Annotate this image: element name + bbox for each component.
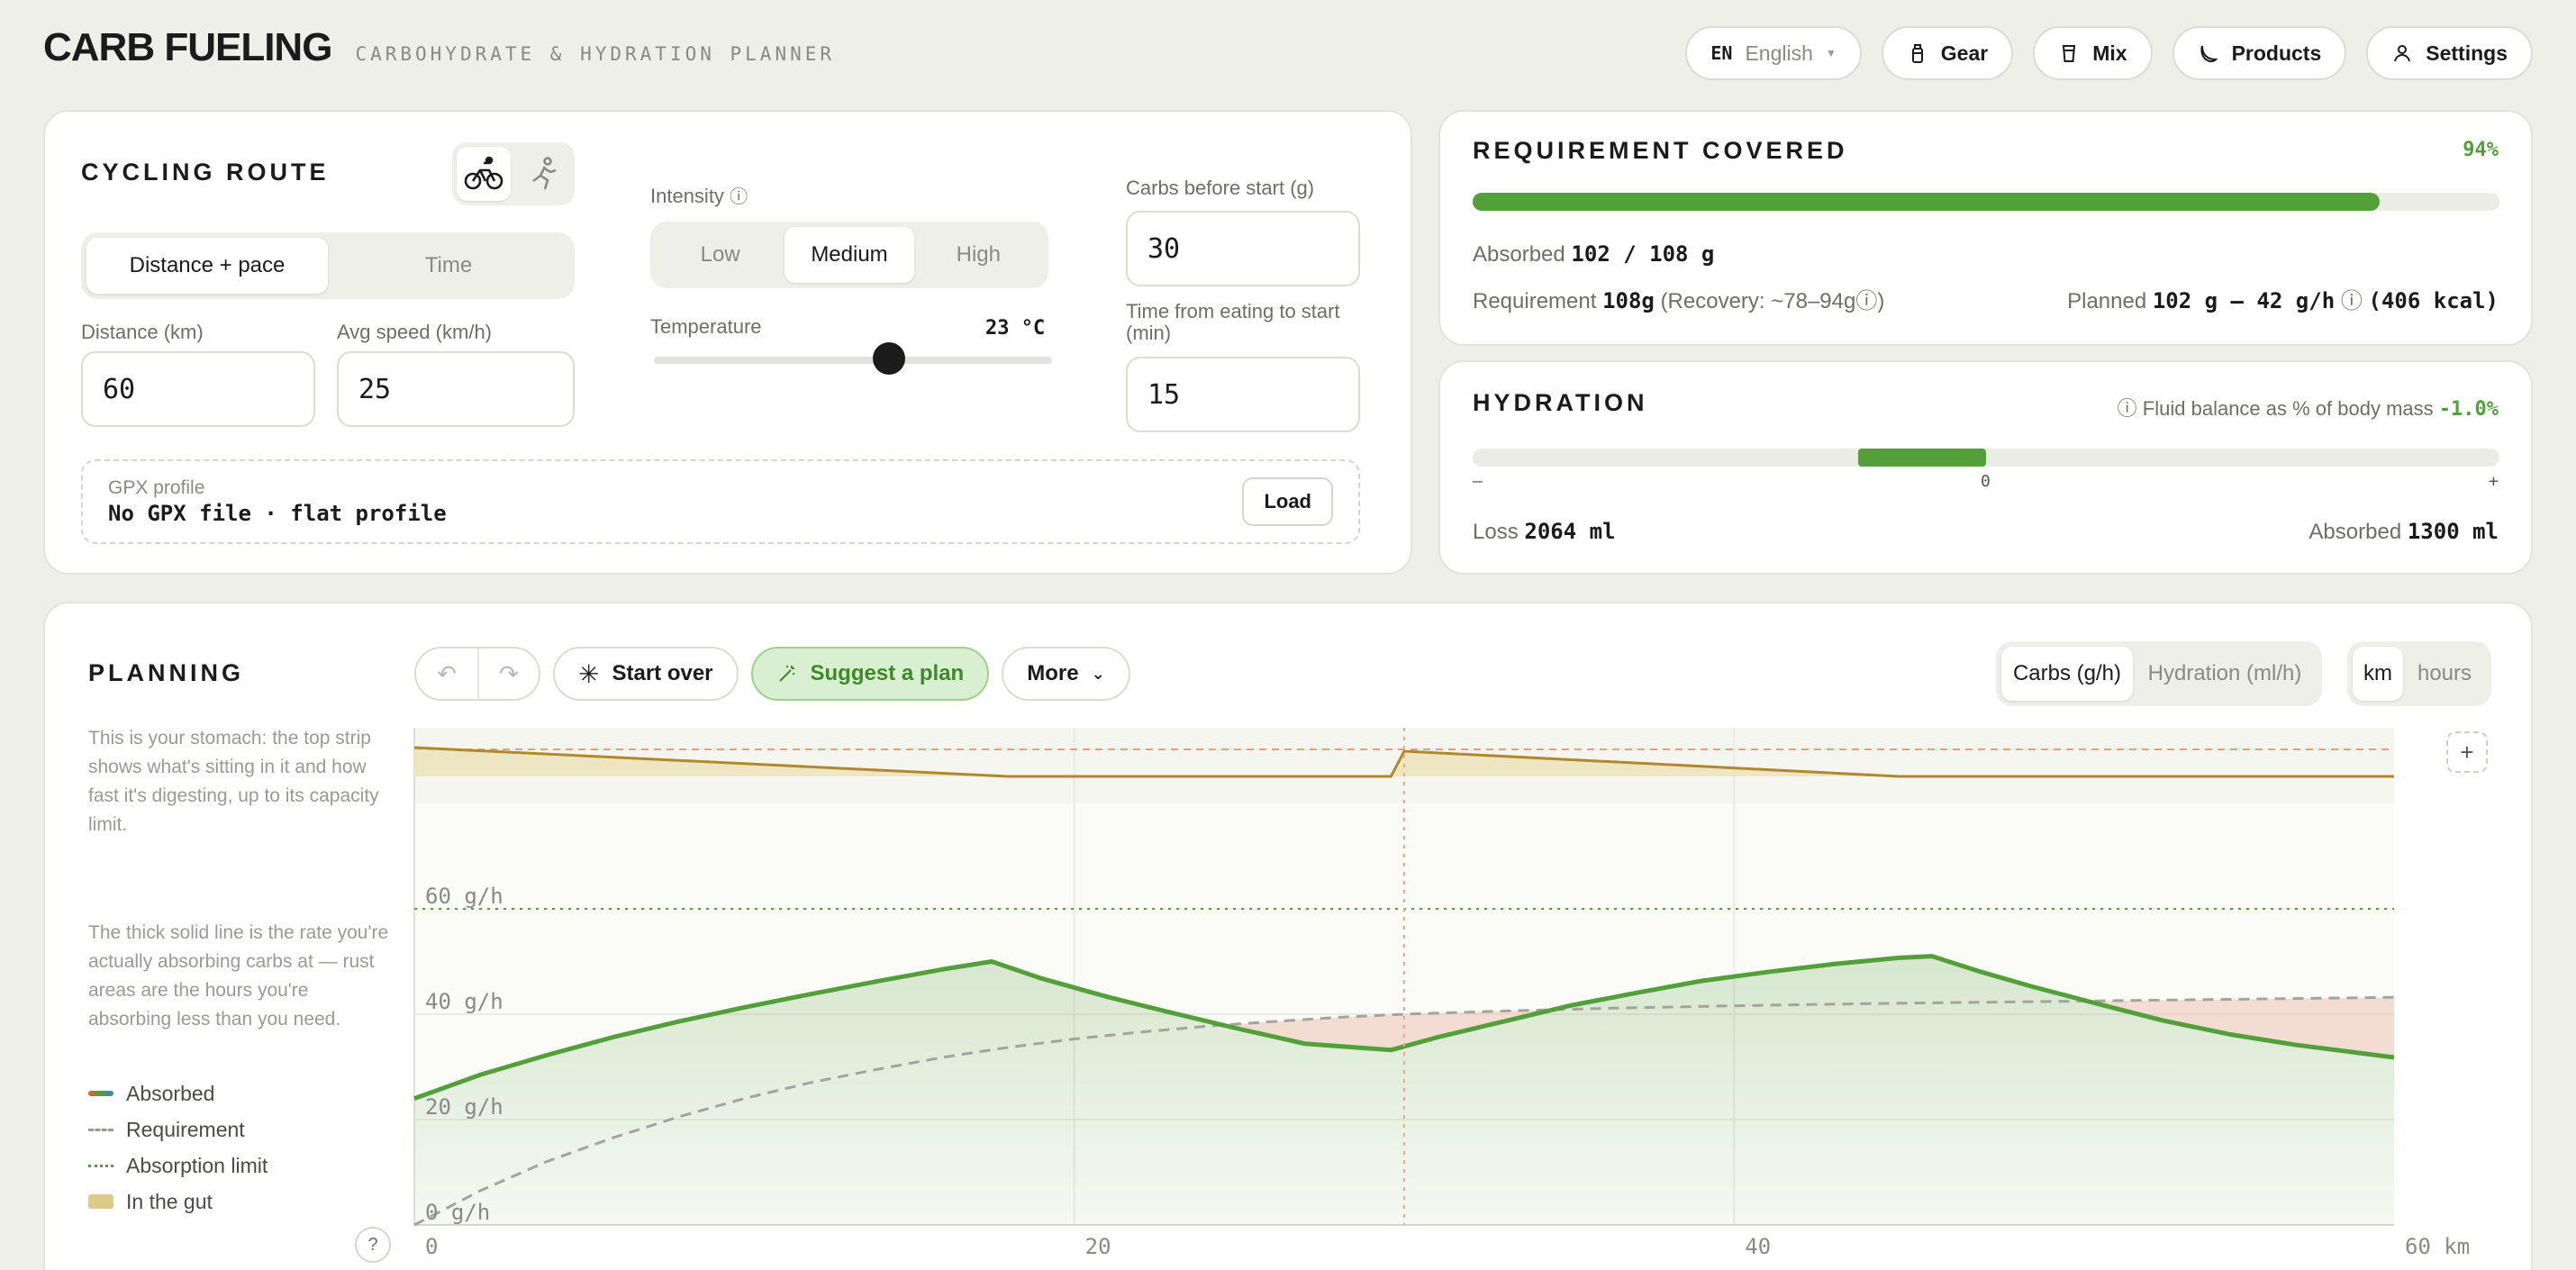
y-tick-label: 60 g/h: [425, 884, 503, 909]
time-eating-label: Time from eating to start (min): [1126, 300, 1340, 344]
planned-label: Planned: [2067, 289, 2147, 313]
cup-icon: [2063, 45, 2076, 62]
info-icon[interactable]: ⓘ: [2118, 397, 2137, 420]
info-icon[interactable]: ⓘ: [2341, 289, 2363, 313]
gpx-label: GPX profile: [108, 477, 205, 498]
language-select[interactable]: EN English ▼: [1685, 26, 1862, 80]
requirement-progress-bar: [1473, 193, 2499, 211]
y-tick-label: 20 g/h: [425, 1094, 503, 1120]
planned-value: 102 g – 42 g/h: [2152, 288, 2336, 313]
requirement-percent: 94%: [2463, 139, 2499, 161]
planned-row: Planned 102 g – 42 g/h ⓘ (406 kcal): [2067, 283, 2499, 314]
hydration-balance-fill: [1857, 449, 1986, 467]
sport-running-option[interactable]: [516, 147, 570, 201]
products-label: Products: [2231, 41, 2322, 65]
intensity-label-text: Intensity: [650, 185, 724, 207]
bottle-icon: [1911, 44, 1923, 63]
planned-kcal: (406 kcal): [2368, 288, 2499, 313]
mix-label: Mix: [2092, 41, 2127, 65]
gpx-profile-box: GPX profile No GPX file · flat profile L…: [81, 459, 1360, 544]
gpx-load-button[interactable]: Load: [1242, 477, 1333, 526]
planning-card: PLANNING ↶ ↷ ✳ Start over Suggest a plan…: [43, 602, 2533, 1270]
temperature-slider-track[interactable]: [654, 357, 1052, 364]
settings-button[interactable]: Settings: [2366, 26, 2533, 80]
distance-input[interactable]: 60: [81, 351, 315, 427]
hydration-card: HYDRATION ⓘ Fluid balance as % of body m…: [1438, 360, 2533, 575]
fluid-balance: ⓘ Fluid balance as % of body mass -1.0%: [2118, 393, 2499, 422]
sport-toggle: [452, 142, 575, 205]
planning-chart[interactable]: 0 g/h 20 g/h 40 g/h 60 g/h 0 20 40 60 km: [45, 603, 2535, 1270]
info-icon[interactable]: ⓘ): [1855, 289, 1884, 313]
temperature-slider-thumb[interactable]: [872, 342, 905, 375]
info-icon[interactable]: ⓘ: [730, 187, 748, 207]
carbs-before-input[interactable]: 30: [1126, 211, 1360, 286]
hydration-title: HYDRATION: [1473, 389, 1648, 416]
temperature-value: 23 °C: [985, 317, 1046, 340]
route-card: CYCLING ROUTE Distance + pace Time Dista…: [43, 110, 1412, 575]
hyd-absorbed-label: Absorbed: [2308, 520, 2402, 544]
requirement-row: Requirement 108g (Recovery: ~78–94gⓘ): [1473, 283, 1884, 314]
language-label: English: [1745, 41, 1813, 65]
intensity-medium[interactable]: Medium: [785, 227, 914, 283]
app-brand: CARB FUELING CARBOHYDRATE & HYDRATION PL…: [43, 25, 835, 70]
scale-zero: 0: [1981, 472, 1991, 491]
banana-icon: [2200, 45, 2218, 63]
intensity-low[interactable]: Low: [656, 227, 785, 283]
scale-max: +: [2489, 472, 2499, 491]
scale-min: –: [1473, 472, 1483, 491]
speed-input[interactable]: 25: [337, 351, 575, 427]
hyd-absorbed-value: 1300 ml: [2407, 519, 2499, 544]
intensity-toggle: Low Medium High: [650, 222, 1048, 288]
loss-label: Loss: [1473, 520, 1519, 544]
temperature-label: Temperature: [650, 315, 762, 338]
gear-label: Gear: [1940, 41, 1989, 65]
y-tick-label: 40 g/h: [425, 989, 503, 1014]
products-button[interactable]: Products: [2172, 26, 2347, 80]
requirement-label: Requirement: [1473, 289, 1597, 313]
route-mode-toggle: Distance + pace Time: [81, 232, 575, 299]
language-code: EN: [1710, 42, 1733, 64]
hydration-balance-bar: [1473, 449, 2499, 467]
intensity-high[interactable]: High: [914, 227, 1043, 283]
app-title: CARB FUELING: [43, 25, 332, 69]
carbs-before-label: Carbs before start (g): [1126, 177, 1315, 199]
x-tick-label: 60 km: [2405, 1234, 2470, 1259]
settings-label: Settings: [2426, 41, 2508, 65]
fluid-balance-label: Fluid balance as % of body mass: [2142, 397, 2434, 420]
absorbed-value: 102 / 108 g: [1571, 241, 1715, 267]
loss-value: 2064 ml: [1524, 519, 1616, 544]
fluid-balance-value: -1.0%: [2438, 398, 2499, 421]
x-tick-label: 0: [425, 1234, 438, 1259]
hyd-absorbed-row: Absorbed 1300 ml: [2308, 519, 2499, 545]
absorbed-label: Absorbed: [1473, 242, 1565, 267]
requirement-value: 108g: [1602, 288, 1655, 313]
mode-time[interactable]: Time: [328, 238, 569, 294]
x-tick-label: 40: [1745, 1234, 1771, 1259]
mix-button[interactable]: Mix: [2033, 26, 2153, 80]
y-tick-label: 0 g/h: [425, 1200, 490, 1225]
route-title: CYCLING ROUTE: [81, 159, 330, 186]
requirement-title: REQUIREMENT COVERED: [1473, 137, 1848, 164]
distance-label: Distance (km): [81, 321, 204, 343]
sport-cycling-option[interactable]: [457, 147, 511, 201]
intensity-label: Intensity ⓘ: [650, 182, 748, 208]
absorbed-row: Absorbed 102 / 108 g: [1473, 241, 1714, 268]
loss-row: Loss 2064 ml: [1473, 519, 1616, 545]
requirement-card: REQUIREMENT COVERED 94% Absorbed 102 / 1…: [1438, 110, 2533, 346]
user-icon: [2394, 45, 2411, 62]
chevron-down-icon: ▼: [1825, 47, 1837, 59]
recovery-text: (Recovery: ~78–94g: [1660, 289, 1856, 313]
runner-icon: [532, 157, 557, 190]
gear-button[interactable]: Gear: [1881, 26, 2014, 80]
time-eating-input[interactable]: 15: [1126, 357, 1360, 432]
speed-label: Avg speed (km/h): [337, 321, 493, 343]
app-subtitle: CARBOHYDRATE & HYDRATION PLANNER: [355, 43, 836, 65]
bike-icon: [464, 156, 503, 190]
mode-distance-pace[interactable]: Distance + pace: [86, 238, 328, 294]
gpx-value: No GPX file · flat profile: [108, 501, 447, 526]
x-tick-label: 20: [1085, 1234, 1111, 1259]
requirement-progress-fill: [1473, 193, 2381, 211]
top-nav: EN English ▼ Gear Mix Products Settings: [1685, 26, 2533, 80]
